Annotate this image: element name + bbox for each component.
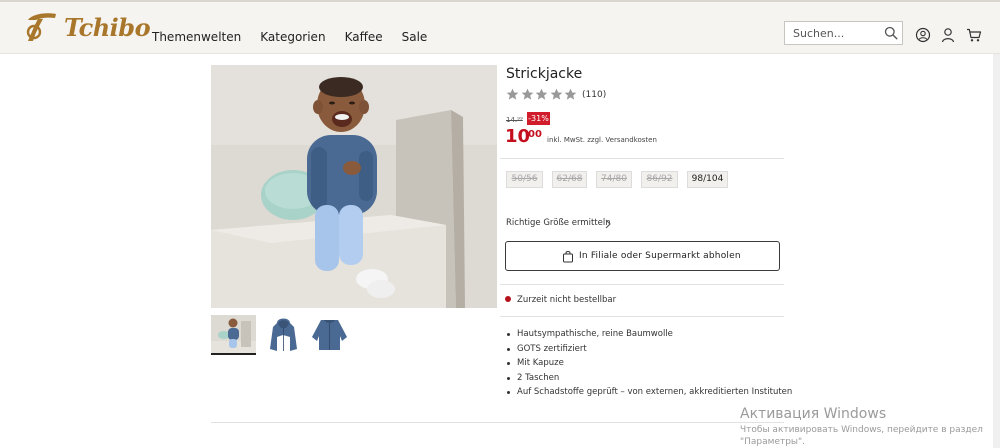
price-note: inkl. MwSt. zzgl. Versandkosten	[547, 136, 657, 144]
cart-icon[interactable]	[966, 27, 982, 43]
star-icon	[506, 88, 519, 100]
logo-text: Tchibo	[64, 13, 151, 42]
size-option-74-80[interactable]: 74/80	[596, 171, 632, 188]
star-icon	[564, 88, 577, 100]
unavailable-status-dot	[505, 296, 511, 302]
store-pickup-button[interactable]: In Filiale oder Supermarkt abholen	[505, 241, 780, 271]
price-main: 10	[505, 126, 531, 147]
windows-activation-title: Активация Windows	[740, 406, 887, 422]
product-photo	[211, 65, 497, 308]
top-border	[0, 0, 1000, 2]
size-selector: 50/56 62/68 74/80 86/92 98/104	[506, 171, 737, 188]
search-input[interactable]	[793, 25, 879, 41]
windows-activation-line-1: Чтобы активировать Windows, перейдите в …	[740, 425, 983, 435]
feature-item: 2 Taschen	[506, 372, 792, 387]
divider	[500, 284, 784, 285]
size-option-86-92[interactable]: 86/92	[641, 171, 678, 188]
star-icon	[521, 88, 533, 100]
tchibo-logo[interactable]: Tchibo	[22, 10, 151, 44]
product-main-image[interactable]	[211, 65, 497, 308]
feature-list: Hautsympathische, reine Baumwolle GOTS z…	[506, 328, 792, 401]
shopping-bag-icon	[563, 250, 573, 263]
site-header: Tchibo Themenwelten Kategorien Kaffee Sa…	[0, 0, 1000, 54]
search-icon[interactable]	[884, 26, 898, 40]
chevron-right-icon[interactable]	[604, 219, 612, 229]
review-count[interactable]: (110)	[582, 90, 606, 100]
product-thumbnail-1[interactable]	[211, 315, 256, 355]
product-thumbnail-2[interactable]	[261, 315, 306, 355]
nav-item-kategorien[interactable]: Kategorien	[260, 30, 325, 44]
star-icon	[550, 88, 562, 100]
star-icon	[535, 88, 548, 100]
feature-item: Hautsympathische, reine Baumwolle	[506, 328, 792, 343]
size-option-98-104[interactable]: 98/104	[687, 171, 728, 188]
feature-item: Mit Kapuze	[506, 357, 792, 372]
divider	[500, 158, 784, 159]
nav-item-sale[interactable]: Sale	[402, 30, 428, 44]
nav-item-kaffee[interactable]: Kaffee	[345, 30, 383, 44]
logo-mark-icon	[26, 13, 56, 41]
jacket-back-thumbnail	[307, 315, 352, 353]
availability-status: Zurzeit nicht bestellbar	[517, 295, 617, 305]
account-icon[interactable]	[940, 27, 956, 43]
thumbnail-photo	[211, 315, 256, 353]
size-option-50-56[interactable]: 50/56	[506, 171, 543, 188]
feature-item: GOTS zertifiziert	[506, 343, 792, 358]
nav-item-themenwelten[interactable]: Themenwelten	[152, 30, 241, 44]
size-guide-link[interactable]: Richtige Größe ermitteln	[506, 218, 611, 228]
page-scrollbar[interactable]	[993, 54, 1000, 448]
windows-activation-message: Чтобы активировать Windows, перейдите в …	[740, 424, 1000, 448]
search-box	[784, 21, 903, 45]
price-cents: 00	[528, 129, 542, 140]
store-pickup-label: In Filiale oder Supermarkt abholen	[579, 251, 741, 261]
rating-stars[interactable]	[506, 88, 579, 101]
product-thumbnail-3[interactable]	[307, 315, 352, 355]
size-option-62-68[interactable]: 62/68	[552, 171, 587, 188]
windows-activation-line-2: "Параметры".	[740, 437, 806, 447]
main-nav: Themenwelten Kategorien Kaffee Sale	[152, 30, 446, 44]
feature-item: Auf Schadstoffe geprüft – von externen, …	[506, 386, 792, 401]
discount-badge: -31%	[527, 112, 550, 125]
product-title: Strickjacke	[506, 66, 583, 82]
old-price: 14.⁹⁹	[506, 116, 523, 124]
divider	[500, 316, 784, 317]
user-profile-icon[interactable]	[915, 27, 931, 43]
hooded-jacket-thumbnail	[261, 315, 306, 353]
divider	[211, 422, 784, 423]
